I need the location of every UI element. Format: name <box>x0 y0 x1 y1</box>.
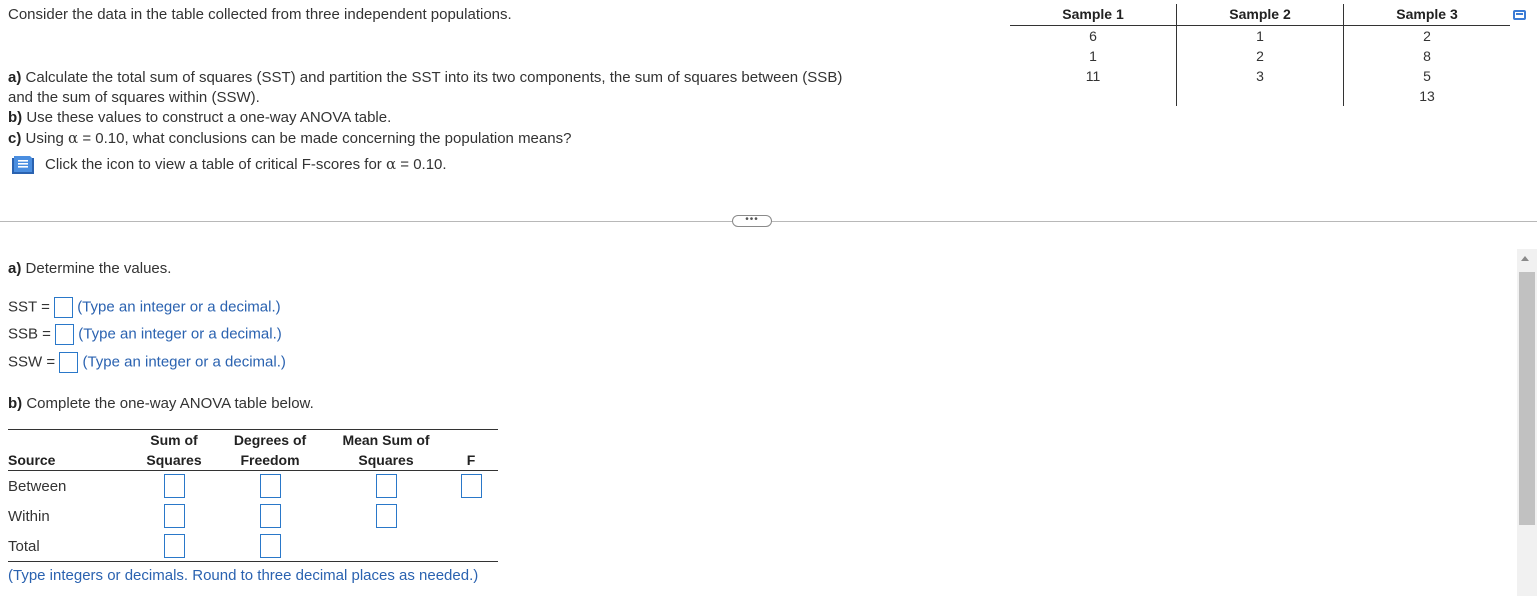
ssw-hint: (Type an integer or a decimal.) <box>82 353 286 371</box>
part-c-post: = 0.10, what conclusions can be made con… <box>78 130 572 147</box>
table-cell: 2 <box>1256 48 1264 64</box>
part-a-line2: and the sum of squares within (SSW). <box>8 89 260 106</box>
answer-b-text: Complete the one-way ANOVA table below. <box>26 395 314 412</box>
df-within-input[interactable] <box>259 504 281 528</box>
ms-header-2: Squares <box>328 450 444 471</box>
msb-input[interactable] <box>375 474 397 498</box>
part-c-pre: Using <box>25 130 69 147</box>
f-header-blank <box>444 429 498 450</box>
sample-1-header: Sample 1 <box>1010 4 1177 26</box>
ss-header-2: Squares <box>136 450 212 471</box>
answer-b-label: b) <box>8 395 23 412</box>
ms-header-1: Mean Sum of <box>328 429 444 450</box>
round-hint: (Type integers or decimals. Round to thr… <box>8 567 479 584</box>
alpha-symbol: α <box>68 129 79 147</box>
part-b-line: b) Use these values to construct a one-w… <box>8 109 391 126</box>
ssb-table-input[interactable] <box>163 474 185 498</box>
part-a-text: Calculate the total sum of squares (SST)… <box>25 69 843 86</box>
alpha-symbol-2: α <box>385 155 397 173</box>
part-b-text: Use these values to construct a one-way … <box>26 109 392 126</box>
anova-row-total: Total <box>8 531 498 562</box>
ssw-label: SSW = <box>8 353 56 371</box>
anova-row-between: Between <box>8 471 498 502</box>
scrollbar-thumb[interactable] <box>1519 272 1535 525</box>
df-header-2: Freedom <box>212 450 328 471</box>
answer-a-label: a) <box>8 260 22 277</box>
part-a-label: a) <box>8 69 22 86</box>
ss-header-1: Sum of <box>136 429 212 450</box>
f-header: F <box>444 450 498 471</box>
sst-label: SST = <box>8 298 50 316</box>
table-cell: 1 <box>1089 48 1097 64</box>
table-cell: 8 <box>1423 48 1431 64</box>
table-cell: 1 <box>1256 28 1264 44</box>
ssb-label: SSB = <box>8 325 51 343</box>
f-input[interactable] <box>460 474 482 498</box>
answer-a-text: Determine the values. <box>25 260 172 277</box>
df-total-input[interactable] <box>259 534 281 558</box>
table-cell: 13 <box>1419 88 1435 104</box>
row-label-within: Within <box>8 507 50 525</box>
answer-b-line: b) Complete the one-way ANOVA table belo… <box>8 395 314 412</box>
samples-table: Sample 1 Sample 2 Sample 3 6 1 11 1 2 3 … <box>1010 4 1510 106</box>
anova-table: Sum of Degrees of Mean Sum of Source Squ… <box>8 429 498 562</box>
question-intro: Consider the data in the table collected… <box>8 6 512 23</box>
table-cell: 11 <box>1085 68 1101 84</box>
book-icon[interactable] <box>10 154 36 176</box>
part-c-line: c) Using α = 0.10, what conclusions can … <box>8 129 571 147</box>
source-header: Source <box>8 450 136 471</box>
ssb-hint: (Type an integer or a decimal.) <box>78 325 282 343</box>
critical-f-value: = 0.10. <box>396 156 447 173</box>
ssw-table-input[interactable] <box>163 504 185 528</box>
sample-2-header: Sample 2 <box>1176 4 1344 26</box>
part-a-line1: a) Calculate the total sum of squares (S… <box>8 69 842 86</box>
answer-a-line: a) Determine the values. <box>8 260 171 277</box>
part-b-label: b) <box>8 109 23 126</box>
table-cell: 6 <box>1089 28 1097 44</box>
sample-2-values: 1 2 3 <box>1176 25 1344 106</box>
sample-1-values: 6 1 11 <box>1010 26 1177 107</box>
copy-table-icon[interactable] <box>1513 10 1526 20</box>
part-c-label: c) <box>8 130 22 147</box>
ssw-row: SSW = (Type an integer or a decimal.) <box>8 352 286 373</box>
ssb-row: SSB = (Type an integer or a decimal.) <box>8 324 282 345</box>
sample-3-values: 2 8 5 13 <box>1343 25 1510 106</box>
more-button[interactable]: ••• <box>732 215 772 227</box>
table-cell: 2 <box>1423 28 1431 44</box>
table-cell: 3 <box>1256 68 1264 84</box>
sample-3-header: Sample 3 <box>1343 4 1510 26</box>
anova-header-blank <box>8 429 136 450</box>
sst-hint: (Type an integer or a decimal.) <box>77 298 281 316</box>
row-label-between: Between <box>8 477 67 495</box>
critical-f-text: Click the icon to view a table of critic… <box>45 156 386 173</box>
table-cell: 5 <box>1423 68 1431 84</box>
sst-row: SST = (Type an integer or a decimal.) <box>8 297 281 318</box>
row-label-total: Total <box>8 531 136 562</box>
anova-row-within: Within <box>8 501 498 531</box>
ssw-input[interactable] <box>59 352 79 373</box>
sst-input[interactable] <box>54 297 74 318</box>
sst-table-input[interactable] <box>163 534 185 558</box>
df-between-input[interactable] <box>259 474 281 498</box>
ssb-input[interactable] <box>55 324 75 345</box>
msw-input[interactable] <box>375 504 397 528</box>
df-header-1: Degrees of <box>212 429 328 450</box>
scroll-up-arrow-icon[interactable] <box>1521 256 1529 261</box>
critical-f-link[interactable]: Click the icon to view a table of critic… <box>45 155 447 173</box>
